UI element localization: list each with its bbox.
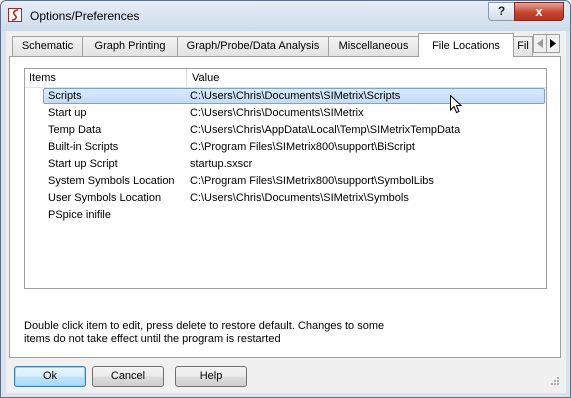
item-name: Start up Script: [48, 158, 118, 170]
tab-miscellaneous[interactable]: Miscellaneous: [328, 36, 419, 56]
triangle-right-icon: [550, 39, 556, 48]
help-title-button[interactable]: ?: [488, 2, 515, 21]
list-item[interactable]: Built-in Scripts C:\Program Files\SIMetr…: [25, 139, 546, 156]
column-divider[interactable]: [186, 69, 187, 87]
tab-file-overflow[interactable]: Fil: [513, 36, 533, 56]
list-item[interactable]: PSpice inifile: [25, 207, 546, 224]
tab-schematic[interactable]: Schematic: [12, 36, 83, 56]
window-title: Options/Preferences: [30, 9, 140, 23]
file-locations-page: Items Value Scripts C:\Users\Chris\Docum…: [9, 56, 561, 358]
item-name: System Symbols Location: [48, 175, 175, 187]
title-bar[interactable]: Options/Preferences ? x: [1, 1, 570, 31]
item-value: startup.sxscr: [190, 158, 253, 170]
item-value: C:\Users\Chris\AppData\Local\Temp\SIMetr…: [190, 124, 461, 136]
tab-graph-printing[interactable]: Graph Printing: [82, 36, 178, 56]
tab-graph-probe-data-analysis[interactable]: Graph/Probe/Data Analysis: [177, 36, 329, 56]
item-name: Scripts: [48, 90, 82, 102]
options-dialog: Options/Preferences ? x Schematic Graph …: [0, 0, 571, 398]
list-item[interactable]: User Symbols Location C:\Users\Chris\Doc…: [25, 190, 546, 207]
dialog-body: Schematic Graph Printing Graph/Probe/Dat…: [6, 31, 566, 393]
column-header-value[interactable]: Value: [192, 72, 219, 84]
item-value: C:\Users\Chris\Documents\SIMetrix: [190, 107, 364, 119]
item-name: Built-in Scripts: [48, 141, 119, 153]
item-value: C:\Program Files\SIMetrix800\support\BiS…: [190, 141, 415, 153]
list-item[interactable]: Start up Script startup.sxscr: [25, 156, 546, 173]
list-item[interactable]: Start up C:\Users\Chris\Documents\SIMetr…: [25, 105, 546, 122]
tab-file-locations[interactable]: File Locations: [418, 33, 514, 57]
hint-text: Double click item to edit, press delete …: [24, 320, 385, 345]
item-value: C:\Users\Chris\Documents\SIMetrix\Symbol…: [190, 192, 409, 204]
item-name: PSpice inifile: [48, 209, 111, 221]
tab-scroll-right-button[interactable]: [546, 34, 560, 53]
list-item[interactable]: System Symbols Location C:\Program Files…: [25, 173, 546, 190]
item-name: Temp Data: [48, 124, 102, 136]
close-button[interactable]: x: [514, 2, 564, 21]
resize-grip-icon[interactable]: [546, 374, 560, 388]
help-button[interactable]: Help: [175, 366, 247, 387]
file-locations-list[interactable]: Items Value Scripts C:\Users\Chris\Docum…: [24, 68, 547, 289]
simetrix-app-icon: [8, 8, 22, 22]
list-header: Items Value: [25, 69, 546, 88]
ok-button[interactable]: Ok: [14, 366, 86, 387]
item-value: C:\Users\Chris\Documents\SIMetrix\Script…: [190, 90, 401, 102]
list-item[interactable]: Scripts C:\Users\Chris\Documents\SIMetri…: [25, 88, 546, 114]
cancel-button[interactable]: Cancel: [92, 366, 164, 387]
item-value: C:\Program Files\SIMetrix800\support\Sym…: [190, 175, 434, 187]
tab-scroll-left-button[interactable]: [533, 34, 547, 53]
item-name: Start up: [48, 107, 87, 119]
list-item[interactable]: Temp Data C:\Users\Chris\AppData\Local\T…: [25, 122, 546, 139]
triangle-left-icon: [537, 39, 543, 48]
item-name: User Symbols Location: [48, 192, 162, 204]
column-header-items[interactable]: Items: [29, 72, 56, 84]
